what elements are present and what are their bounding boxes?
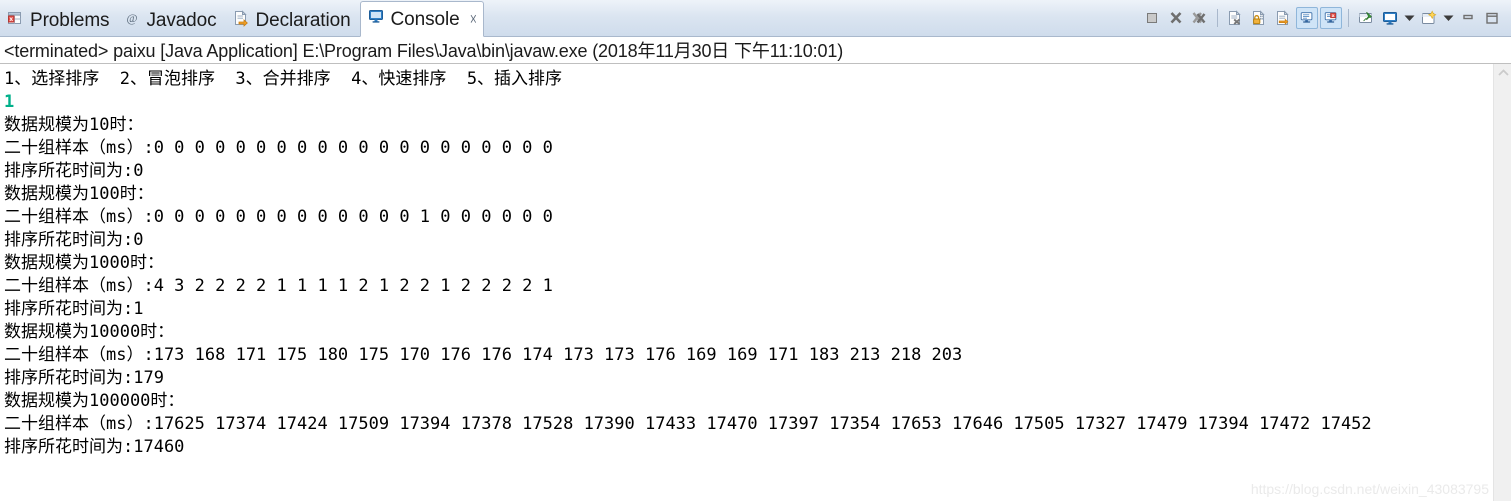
tab-console-label: Console [390,8,460,30]
word-wrap-icon[interactable] [1272,7,1294,29]
console-scale-line: 数据规模为100000时： [4,391,185,411]
open-console-dropdown[interactable] [1442,7,1455,29]
console-user-input: 1 [4,92,15,112]
console-time-line: 排序所花时间为:179 [4,368,164,388]
show-console-on-error-button[interactable]: x [1320,6,1342,29]
console-scale-line: 数据规模为1000时： [4,253,164,273]
svg-text:@: @ [127,11,138,25]
new-console-icon[interactable] [1418,7,1440,29]
pin-console-button[interactable] [1355,7,1377,29]
console-body: 1、选择排序 2、冒泡排序 3、合并排序 4、快速排序 5、插入排序 1 数据规… [0,64,1511,501]
scrollbar-thumb[interactable] [1494,82,1511,482]
tab-problems[interactable]: x Problems [0,5,118,36]
display-console-dropdown[interactable] [1403,7,1416,29]
javadoc-at-icon: @ [124,9,140,33]
svg-text:x: x [9,16,13,23]
console-icon [367,7,385,31]
console-samples-line: 二十组样本（ms）:17625 17374 17424 17509 17394 … [4,414,1372,434]
display-console-icon[interactable] [1379,7,1401,29]
close-icon[interactable]: ☓ [470,12,477,26]
lock-icon[interactable] [1248,7,1270,29]
tab-console[interactable]: Console ☓ [359,1,485,37]
tab-declaration[interactable]: Declaration [226,5,360,36]
launch-status-line: <terminated> paixu [Java Application] E:… [0,37,1511,64]
console-samples-line: 二十组样本（ms）:4 3 2 2 2 2 1 1 1 1 2 1 2 2 1 … [4,276,553,296]
maximize-icon[interactable] [1481,7,1503,29]
console-vertical-scrollbar[interactable] [1493,64,1511,501]
show-console-on-output-button[interactable] [1296,6,1318,29]
remove-launch-button[interactable] [1165,7,1187,29]
console-samples-line: 二十组样本（ms）:173 168 171 175 180 175 170 17… [4,345,963,365]
clear-console-button[interactable] [1224,7,1246,29]
svg-text:x: x [1332,14,1335,19]
console-time-line: 排序所花时间为:0 [4,161,144,181]
console-scale-line: 数据规模为10000时： [4,322,175,342]
declaration-icon [232,9,250,33]
toolbar-separator-2 [1348,8,1349,27]
tab-javadoc-label: Javadoc [146,10,217,31]
tab-problems-label: Problems [30,10,110,31]
console-samples-line: 二十组样本（ms）:0 0 0 0 0 0 0 0 0 0 0 0 0 0 0 … [4,138,553,158]
console-toolbar: x [1141,0,1511,36]
scroll-up-icon[interactable] [1494,64,1511,82]
console-menu-line: 1、选择排序 2、冒泡排序 3、合并排序 4、快速排序 5、插入排序 [4,69,563,89]
eclipse-console-view: x Problems @ Javadoc Declaration Console… [0,0,1511,501]
console-time-line: 排序所花时间为:0 [4,230,144,250]
toolbar-separator-1 [1217,8,1218,27]
view-tabbar: x Problems @ Javadoc Declaration Console… [0,0,1511,37]
tab-javadoc[interactable]: @ Javadoc [118,5,225,36]
console-samples-line: 二十组样本（ms）:0 0 0 0 0 0 0 0 0 0 0 0 0 1 0 … [4,207,553,227]
console-time-line: 排序所花时间为:1 [4,299,144,319]
problems-icon: x [6,9,24,33]
remove-all-launches-button[interactable] [1189,7,1211,29]
minimize-icon[interactable] [1457,7,1479,29]
tab-declaration-label: Declaration [255,10,351,31]
console-output[interactable]: 1、选择排序 2、冒泡排序 3、合并排序 4、快速排序 5、插入排序 1 数据规… [0,64,1493,501]
view-tabs: x Problems @ Javadoc Declaration Console… [0,0,485,37]
console-scale-line: 数据规模为10时： [4,115,144,135]
console-scale-line: 数据规模为100时： [4,184,154,204]
console-time-line: 排序所花时间为:17460 [4,437,185,457]
terminate-button[interactable] [1141,7,1163,29]
